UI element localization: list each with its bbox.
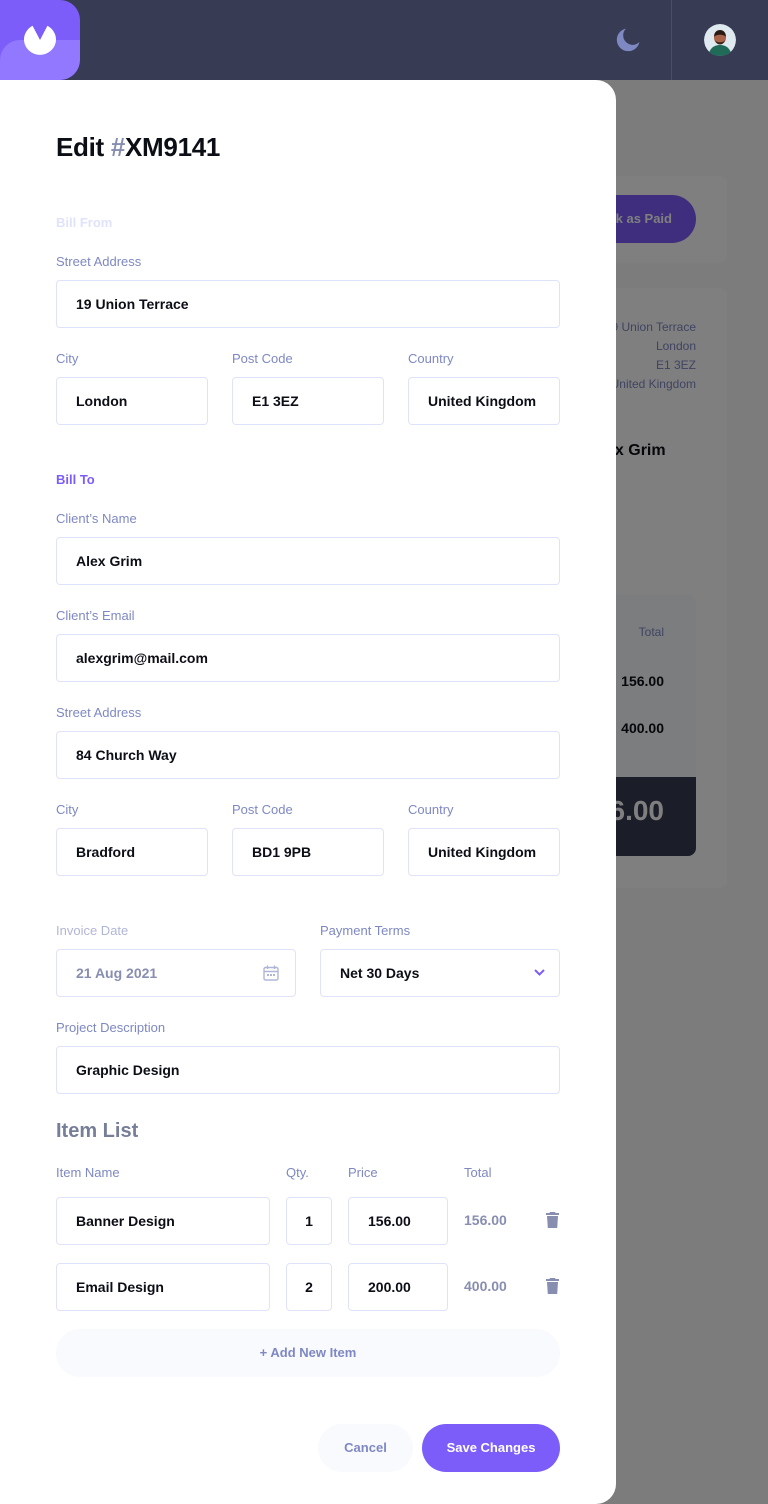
logo-icon: [24, 25, 56, 55]
to-city-input[interactable]: Bradford: [56, 828, 208, 876]
invoice-date-input: 21 Aug 2021: [56, 949, 296, 997]
item-price-input[interactable]: 156.00: [348, 1197, 448, 1245]
save-changes-button[interactable]: Save Changes: [422, 1424, 560, 1472]
price-header: Price: [348, 1165, 378, 1180]
trash-icon[interactable]: [546, 1212, 559, 1228]
top-bar: [0, 0, 768, 80]
trash-icon[interactable]: [546, 1278, 559, 1294]
to-postcode-label: Post Code: [232, 802, 293, 817]
from-postcode-label: Post Code: [232, 351, 293, 366]
item-total: 156.00: [464, 1212, 507, 1228]
item-total: 400.00: [464, 1278, 507, 1294]
page-title: Edit #XM9141: [56, 132, 221, 162]
calendar-icon: [263, 965, 279, 981]
from-postcode-input[interactable]: E1 3EZ: [232, 377, 384, 425]
description-input[interactable]: Graphic Design: [56, 1046, 560, 1094]
cancel-button[interactable]: Cancel: [318, 1424, 413, 1472]
total-header: Total: [464, 1165, 492, 1180]
from-street-label: Street Address: [56, 254, 142, 269]
item-name-input[interactable]: Email Design: [56, 1263, 270, 1311]
client-email-label: Client’s Email: [56, 608, 135, 623]
description-label: Project Description: [56, 1020, 166, 1035]
chevron-down-icon: [534, 969, 545, 976]
item-name-header: Item Name: [56, 1165, 120, 1180]
to-country-label: Country: [408, 802, 454, 817]
invoice-date-label: Invoice Date: [56, 923, 129, 938]
client-name-input[interactable]: Alex Grim: [56, 537, 560, 585]
to-street-label: Street Address: [56, 705, 142, 720]
item-qty-input[interactable]: 2: [286, 1263, 332, 1311]
edit-invoice-drawer: Edit #XM9141 Bill From Street Address 19…: [0, 80, 616, 1504]
item-price-input[interactable]: 200.00: [348, 1263, 448, 1311]
header-divider: [671, 0, 672, 80]
client-email-input[interactable]: alexgrim@mail.com: [56, 634, 560, 682]
item-name-input[interactable]: Banner Design: [56, 1197, 270, 1245]
to-country-input[interactable]: United Kingdom: [408, 828, 560, 876]
to-city-label: City: [56, 802, 79, 817]
from-country-label: Country: [408, 351, 454, 366]
moon-icon[interactable]: [616, 28, 640, 52]
item-qty-input[interactable]: 1: [286, 1197, 332, 1245]
from-city-input[interactable]: London: [56, 377, 208, 425]
bill-to-heading: Bill To: [56, 472, 95, 487]
logo[interactable]: [0, 0, 80, 80]
qty-header: Qty.: [286, 1165, 309, 1180]
to-postcode-input[interactable]: BD1 9PB: [232, 828, 384, 876]
payment-terms-select[interactable]: Net 30 Days: [320, 949, 560, 997]
to-street-input[interactable]: 84 Church Way: [56, 731, 560, 779]
from-country-input[interactable]: United Kingdom: [408, 377, 560, 425]
payment-terms-label: Payment Terms: [320, 923, 411, 938]
from-city-label: City: [56, 351, 79, 366]
client-name-label: Client’s Name: [56, 511, 137, 526]
bill-from-heading: Bill From: [56, 215, 113, 230]
from-street-input[interactable]: 19 Union Terrace: [56, 280, 560, 328]
add-new-item-button[interactable]: + Add New Item: [56, 1329, 560, 1377]
item-list-heading: Item List: [56, 1120, 139, 1142]
avatar[interactable]: [704, 24, 736, 56]
